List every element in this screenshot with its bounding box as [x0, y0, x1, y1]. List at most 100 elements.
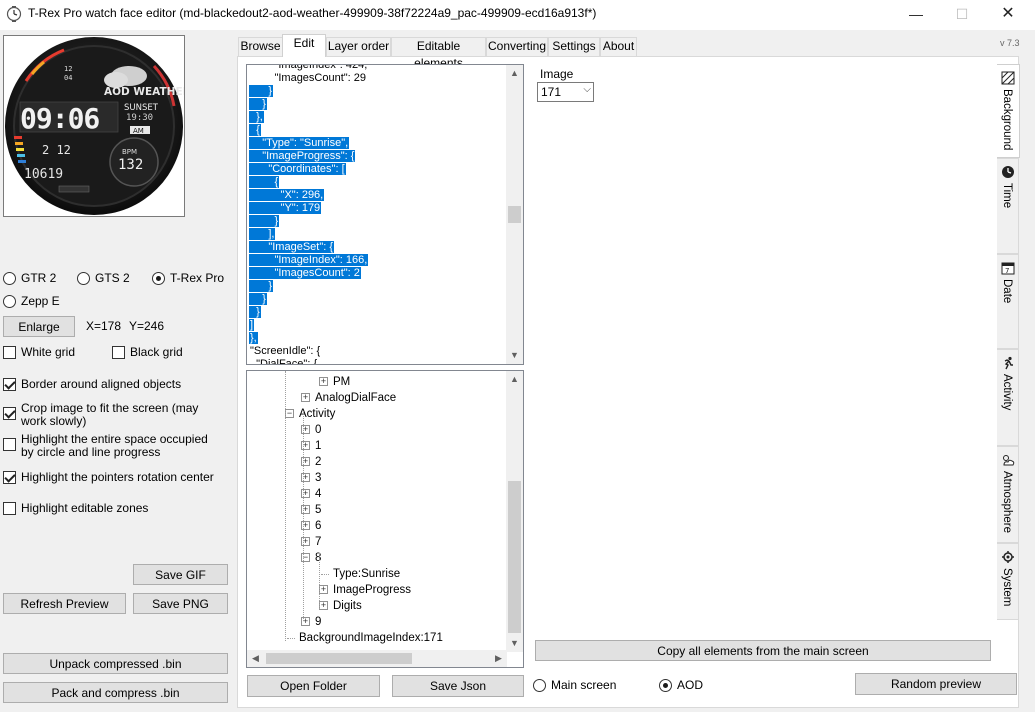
- expand-icon[interactable]: +: [301, 393, 310, 402]
- main-screen-radio[interactable]: [533, 678, 546, 692]
- tab-edit[interactable]: Edit: [282, 34, 326, 57]
- highlight-pointers-option[interactable]: Highlight the pointers rotation center: [3, 469, 214, 485]
- side-tab-activity[interactable]: Activity: [997, 349, 1019, 446]
- image-select[interactable]: 171 ⌵: [537, 82, 594, 102]
- tree-scroll-down-icon[interactable]: ▼: [506, 635, 523, 652]
- expand-icon[interactable]: +: [319, 377, 328, 386]
- json-line[interactable]: {: [249, 124, 507, 137]
- tree-node[interactable]: ImageProgress: [333, 582, 411, 598]
- expand-icon[interactable]: +: [319, 585, 328, 594]
- tree-node[interactable]: BackgroundImageIndex:171: [299, 630, 443, 646]
- highlight-pointers-checkbox[interactable]: [3, 470, 16, 484]
- json-line[interactable]: }: [249, 293, 507, 306]
- side-tab-atmosphere[interactable]: Atmosphere: [997, 446, 1019, 543]
- json-line[interactable]: "Type": "Sunrise",: [249, 137, 507, 150]
- tree-node[interactable]: 9: [315, 614, 321, 630]
- close-button[interactable]: ✕: [985, 0, 1031, 30]
- model-gts2-option[interactable]: GTS 2: [77, 270, 130, 286]
- tree-scroll-up-icon[interactable]: ▲: [506, 371, 523, 388]
- side-tab-system[interactable]: System: [997, 543, 1019, 620]
- collapse-icon[interactable]: −: [285, 409, 294, 418]
- unpack-button[interactable]: Unpack compressed .bin: [3, 653, 228, 674]
- expand-icon[interactable]: +: [319, 601, 328, 610]
- tree-hscroll-thumb[interactable]: [266, 653, 412, 664]
- json-line[interactable]: {: [249, 176, 507, 189]
- tree-node[interactable]: Activity: [299, 406, 335, 422]
- json-editor[interactable]: "ImageIndex": 424, "ImagesCount": 29 } }…: [246, 64, 524, 365]
- side-tab-date[interactable]: 7 Date: [997, 254, 1019, 349]
- tree-node[interactable]: 4: [315, 486, 321, 502]
- tree-node[interactable]: 6: [315, 518, 321, 534]
- json-line[interactable]: },: [249, 332, 507, 345]
- json-line[interactable]: "ImagesCount": 29: [249, 72, 507, 85]
- black-grid-option[interactable]: Black grid: [112, 344, 183, 360]
- open-folder-button[interactable]: Open Folder: [247, 675, 380, 697]
- side-tab-background[interactable]: Background: [997, 64, 1020, 158]
- scroll-left-icon[interactable]: ◀: [247, 650, 264, 667]
- json-line[interactable]: "ImageProgress": {: [249, 150, 507, 163]
- tree-node[interactable]: Type:Sunrise: [333, 566, 400, 582]
- tab-editable-elements[interactable]: Editable elements: [391, 37, 486, 70]
- highlight-zones-option[interactable]: Highlight editable zones: [3, 500, 148, 516]
- save-json-button[interactable]: Save Json: [392, 675, 524, 697]
- enlarge-button[interactable]: Enlarge: [3, 316, 75, 337]
- json-line[interactable]: "Coordinates": [: [249, 163, 507, 176]
- element-tree[interactable]: + PM + AnalogDialFace − Activity +0 +1 +2 +3 +4 +5 +…: [246, 370, 524, 668]
- tree-node[interactable]: PM: [333, 374, 350, 390]
- tree-horizontal-scrollbar[interactable]: ◀ ▶: [247, 650, 507, 667]
- tree-node[interactable]: AnalogDialFace: [315, 390, 396, 406]
- refresh-preview-button[interactable]: Refresh Preview: [3, 593, 126, 614]
- json-line[interactable]: "ImageSet": {: [249, 241, 507, 254]
- copy-all-elements-button[interactable]: Copy all elements from the main screen: [535, 640, 991, 661]
- tree-node[interactable]: 3: [315, 470, 321, 486]
- json-line[interactable]: }: [249, 306, 507, 319]
- tree-vertical-scrollbar[interactable]: ▲ ▼: [506, 371, 523, 652]
- model-gtr2-radio[interactable]: [3, 271, 16, 285]
- json-line[interactable]: "Y": 179: [249, 202, 507, 215]
- aod-option[interactable]: AOD: [659, 677, 703, 693]
- highlight-zones-checkbox[interactable]: [3, 501, 16, 515]
- json-line[interactable]: },: [249, 111, 507, 124]
- watch-preview[interactable]: AOD WEATHER 09:06 SUNSET 19:30 AM 12 04 …: [3, 35, 185, 217]
- side-tab-time[interactable]: Time: [997, 158, 1019, 254]
- json-text[interactable]: "ImageIndex": 424, "ImagesCount": 29 } }…: [249, 65, 507, 364]
- tab-layer-order[interactable]: Layer order: [326, 37, 391, 56]
- json-line[interactable]: }: [249, 215, 507, 228]
- main-screen-option[interactable]: Main screen: [533, 677, 616, 693]
- json-line[interactable]: "ImagesCount": 2: [249, 267, 507, 280]
- json-line[interactable]: ]: [249, 319, 507, 332]
- json-scroll-thumb[interactable]: [508, 206, 521, 223]
- aod-radio[interactable]: [659, 678, 672, 692]
- border-aligned-checkbox[interactable]: [3, 377, 16, 391]
- title-bar[interactable]: T-Rex Pro watch face editor (md-blackedo…: [0, 0, 1035, 30]
- tree-node[interactable]: 2: [315, 454, 321, 470]
- json-line[interactable]: }: [249, 85, 507, 98]
- tab-settings[interactable]: Settings: [548, 37, 600, 56]
- black-grid-checkbox[interactable]: [112, 345, 125, 359]
- border-aligned-option[interactable]: Border around aligned objects: [3, 376, 181, 392]
- scroll-up-icon[interactable]: ▲: [506, 65, 523, 82]
- maximize-button[interactable]: ☐: [939, 0, 985, 30]
- json-line[interactable]: "ScreenIdle": {: [249, 345, 507, 358]
- random-preview-button[interactable]: Random preview: [855, 673, 1017, 695]
- minimize-button[interactable]: —: [893, 0, 939, 30]
- model-gtr2-option[interactable]: GTR 2: [3, 270, 56, 286]
- tree-node[interactable]: 0: [315, 422, 321, 438]
- highlight-space-checkbox[interactable]: [3, 438, 16, 451]
- white-grid-checkbox[interactable]: [3, 345, 16, 359]
- crop-image-checkbox[interactable]: [3, 407, 16, 420]
- tree-node[interactable]: Digits: [333, 598, 362, 614]
- save-gif-button[interactable]: Save GIF: [133, 564, 228, 585]
- json-line[interactable]: "X": 296,: [249, 189, 507, 202]
- json-line[interactable]: }: [249, 280, 507, 293]
- tree-node[interactable]: 1: [315, 438, 321, 454]
- scroll-down-icon[interactable]: ▼: [506, 347, 523, 364]
- json-line[interactable]: "DialFace": {: [249, 358, 507, 364]
- save-png-button[interactable]: Save PNG: [133, 593, 228, 614]
- pack-button[interactable]: Pack and compress .bin: [3, 682, 228, 703]
- json-line[interactable]: "ImageIndex": 424,: [249, 65, 507, 72]
- chevron-down-icon[interactable]: ⌵: [583, 84, 591, 95]
- model-gts2-radio[interactable]: [77, 271, 90, 285]
- tree-node[interactable]: 5: [315, 502, 321, 518]
- model-zepp-option[interactable]: Zepp E: [3, 293, 60, 309]
